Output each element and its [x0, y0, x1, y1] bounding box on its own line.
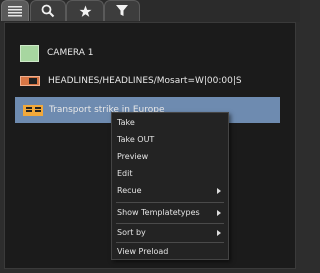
menu-item-recue[interactable]: Recue	[112, 182, 228, 199]
tab-list[interactable]	[1, 0, 29, 21]
menu-item-view-preload[interactable]: View Preload	[112, 243, 228, 260]
tab-bar	[0, 0, 300, 22]
menu-separator	[116, 202, 224, 203]
submenu-arrow-icon	[217, 230, 221, 236]
tab-search[interactable]	[30, 0, 66, 21]
list-item-label: HEADLINES/HEADLINES/Mosart=W|00:00|S	[48, 76, 242, 86]
menu-item-label: Take	[117, 118, 135, 127]
headline-icon	[20, 76, 40, 86]
menu-item-take-out[interactable]: Take OUT	[112, 131, 228, 148]
menu-item-label: Edit	[117, 169, 133, 178]
menu-item-label: Take OUT	[117, 135, 155, 144]
filter-icon	[116, 5, 128, 16]
menu-item-label: Preview	[117, 152, 149, 161]
submenu-arrow-icon	[217, 210, 221, 216]
menu-item-edit[interactable]: Edit	[112, 165, 228, 182]
tab-filter[interactable]	[104, 0, 140, 21]
menu-item-label: Recue	[117, 186, 142, 195]
story-icon	[23, 104, 43, 116]
list-item-label: CAMERA 1	[47, 48, 94, 58]
menu-item-take[interactable]: Take	[112, 114, 228, 131]
menu-item-label: View Preload	[117, 247, 169, 256]
list-item-camera[interactable]: CAMERA 1	[18, 41, 280, 65]
list-item-headlines[interactable]: HEADLINES/HEADLINES/Mosart=W|00:00|S	[18, 69, 280, 93]
star-icon	[79, 5, 91, 17]
context-menu: Take Take OUT Preview Edit Recue Show Te…	[111, 112, 229, 260]
list-icon	[8, 6, 22, 17]
menu-item-preview[interactable]: Preview	[112, 148, 228, 165]
submenu-arrow-icon	[217, 188, 221, 194]
camera-icon	[20, 44, 39, 62]
menu-item-sort-by[interactable]: Sort by	[112, 224, 228, 241]
menu-item-label: Sort by	[117, 228, 146, 237]
tab-favorites[interactable]	[66, 0, 104, 21]
menu-item-show-templatetypes[interactable]: Show Templatetypes	[112, 204, 228, 221]
menu-item-label: Show Templatetypes	[117, 208, 200, 217]
search-icon	[41, 4, 55, 18]
